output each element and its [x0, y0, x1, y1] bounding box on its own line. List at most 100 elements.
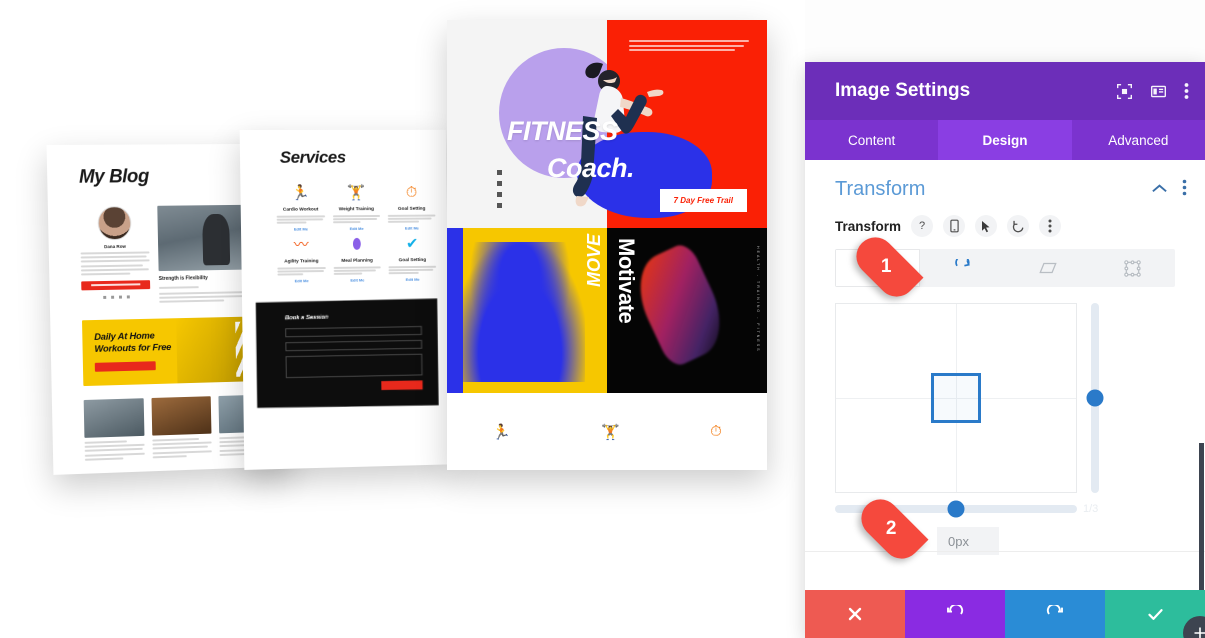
section-menu-icon[interactable]	[1182, 179, 1187, 201]
service-name: Cardio Workout	[282, 207, 319, 213]
promo-button[interactable]	[94, 361, 156, 372]
promo-line-2: Workouts for Free	[94, 342, 172, 355]
hero-social-icons[interactable]	[497, 170, 502, 214]
hero-cta-button[interactable]: 7 Day Free Trail	[659, 189, 747, 212]
tab-content[interactable]: Content	[805, 120, 938, 160]
service-card[interactable]: ⬮ Meal Planning Edit Me	[333, 235, 382, 283]
service-link[interactable]: Edit Me	[278, 278, 326, 284]
transform-control-row: Transform ?	[805, 211, 1205, 237]
service-link[interactable]: Edit Me	[277, 226, 325, 231]
motivate-block: Motivate HEALTH - TRAINING - FITNESS	[607, 228, 767, 393]
booking-message-field[interactable]	[285, 353, 423, 378]
cancel-button[interactable]	[805, 590, 905, 638]
page-indicator: 1/3	[1083, 503, 1099, 515]
booking-email-field[interactable]	[285, 339, 423, 352]
bottom-cardio-icon: 🏃	[492, 424, 511, 441]
booking-name-field[interactable]	[285, 325, 422, 338]
segment-skew[interactable]	[1005, 249, 1090, 287]
duotone-image-block: MOVE	[447, 228, 607, 393]
reset-icon[interactable]	[1007, 215, 1030, 237]
blog-cta-button[interactable]	[81, 280, 151, 291]
service-name: Goal Setting	[398, 257, 427, 264]
undo-button[interactable]	[905, 590, 1005, 638]
panel-scrollbar[interactable]	[1199, 443, 1205, 590]
mockup-services[interactable]: Services 🏃 Cardio Workout Edit Me 🏋 Weig…	[239, 129, 451, 470]
transform-grid[interactable]	[835, 303, 1077, 493]
callout-number: 2	[885, 517, 897, 539]
hero-top-section: FITNESS Coach. 7 Day Free Trail	[447, 20, 767, 228]
panel-footer	[805, 590, 1205, 638]
service-name: Goal Setting	[397, 206, 426, 212]
bottom-stopwatch-icon: ⏱	[710, 423, 722, 440]
hero-bottom-icons: 🏃 🏋 ⏱	[447, 393, 767, 470]
service-name: Agility Training	[284, 259, 319, 265]
vertical-translate-slider[interactable]	[1086, 303, 1104, 493]
service-link[interactable]: Edit Me	[389, 277, 436, 283]
blog-grid-item[interactable]	[151, 396, 212, 460]
layout-icon[interactable]	[1150, 83, 1167, 100]
scrollbar-thumb[interactable]	[1199, 443, 1204, 590]
motivate-word: Motivate	[614, 238, 639, 324]
hero-headline: FITNESS Coach.	[507, 116, 635, 182]
bottom-dumbbell-icon: 🏋	[601, 424, 620, 441]
section-title: Transform	[835, 178, 926, 200]
callout-number: 1	[880, 255, 892, 277]
chevron-up-icon[interactable]	[1151, 181, 1168, 199]
control-menu-icon[interactable]	[1039, 215, 1062, 237]
service-card[interactable]: 〰 Agility Training Edit Me	[277, 236, 326, 284]
dumbbell-icon: 🏋	[346, 184, 366, 202]
hover-cursor-icon[interactable]	[975, 215, 998, 237]
booking-submit-button[interactable]	[381, 380, 423, 391]
vertical-side-label: HEALTH - TRAINING - FITNESS	[756, 246, 760, 353]
transform-section-header: Transform	[805, 160, 1205, 211]
blog-author-card: Dana Row	[80, 206, 151, 307]
blog-author-name: Dana Row	[104, 243, 126, 250]
hero-paragraph	[629, 40, 749, 54]
transform-canvas-area	[835, 303, 1175, 493]
overflow-menu-icon[interactable]	[1184, 82, 1189, 100]
transform-handle[interactable]	[931, 373, 981, 423]
segment-scale[interactable]	[1090, 249, 1175, 287]
blog-author-bio	[80, 251, 150, 276]
mockup-fitness-hero[interactable]: FITNESS Coach. 7 Day Free Trail MOVE Mot…	[447, 20, 767, 470]
design-canvas: My Blog Dana Row Strength is Flexibility	[0, 0, 805, 638]
service-card[interactable]: 🏋 Weight Training Edit Me	[332, 184, 381, 231]
stopwatch-icon: ⏱	[405, 184, 418, 201]
focus-icon[interactable]	[1116, 83, 1133, 100]
app-root: My Blog Dana Row Strength is Flexibility	[0, 0, 1205, 638]
hero-mid-section: MOVE Motivate HEALTH - TRAINING - FITNES…	[447, 228, 767, 393]
services-grid: 🏃 Cardio Workout Edit Me 🏋 Weight Traini…	[276, 184, 437, 284]
service-card[interactable]: ⏱ Goal Setting Edit Me	[388, 184, 436, 231]
tab-advanced[interactable]: Advanced	[1072, 120, 1205, 160]
agility-icon: 〰	[293, 236, 309, 254]
control-label: Transform	[835, 218, 902, 234]
vertical-slider-thumb[interactable]	[1086, 389, 1104, 407]
segment-rotate[interactable]	[920, 249, 1005, 287]
services-title: Services	[279, 147, 346, 167]
tab-design[interactable]: Design	[938, 120, 1072, 160]
redo-button[interactable]	[1005, 590, 1105, 638]
service-card[interactable]: ✔ Goal Setting Edit Me	[388, 235, 437, 283]
blog-grid-item[interactable]	[83, 398, 145, 462]
service-link[interactable]: Edit Me	[388, 225, 435, 230]
move-word: MOVE	[584, 234, 604, 288]
hero-headline-1: FITNESS	[507, 116, 618, 146]
section-divider	[805, 551, 1205, 552]
check-icon: ✔	[405, 235, 419, 253]
service-link[interactable]: Edit Me	[333, 277, 381, 283]
help-icon[interactable]: ?	[911, 215, 934, 237]
service-link[interactable]: Edit Me	[333, 226, 381, 231]
blog-social-icons[interactable]	[82, 295, 151, 299]
responsive-phone-icon[interactable]	[943, 215, 966, 237]
gradient-swoosh	[625, 240, 735, 370]
booking-form[interactable]: Book a Session	[255, 298, 439, 408]
booking-form-title: Book a Session	[284, 314, 329, 322]
horizontal-slider-thumb[interactable]	[947, 500, 965, 518]
meal-icon: ⬮	[352, 235, 362, 253]
service-name: Weight Training	[338, 207, 375, 213]
promo-line-1: Daily At Home	[94, 330, 155, 344]
page-title: Image Settings	[835, 80, 971, 101]
image-settings-panel: Image Settings Content Design Advanced T…	[805, 62, 1205, 638]
panel-header: Image Settings	[805, 62, 1205, 120]
service-card[interactable]: 🏃 Cardio Workout Edit Me	[276, 185, 325, 232]
